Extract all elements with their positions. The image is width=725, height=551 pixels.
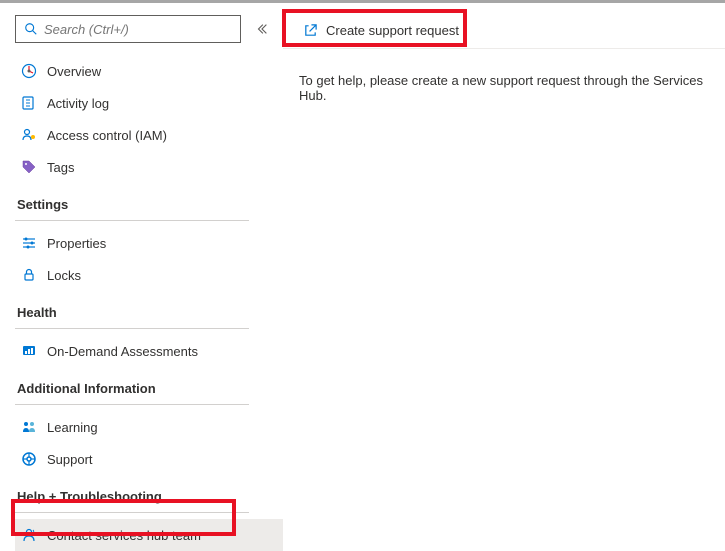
sidebar-item-activity-log[interactable]: Activity log xyxy=(15,87,283,119)
assessments-icon xyxy=(21,343,37,359)
learning-icon xyxy=(21,419,37,435)
main-container: Overview Activity log Access control (IA… xyxy=(0,3,725,541)
search-row xyxy=(15,15,283,43)
lock-icon xyxy=(21,267,37,283)
search-box[interactable] xyxy=(15,15,241,43)
sidebar-item-on-demand-assessments[interactable]: On-Demand Assessments xyxy=(15,335,283,367)
section-divider xyxy=(15,328,249,329)
sidebar-item-access-control[interactable]: Access control (IAM) xyxy=(15,119,283,151)
sidebar-item-label: Overview xyxy=(47,64,101,79)
tags-icon xyxy=(21,159,37,175)
section-header-settings: Settings xyxy=(15,183,283,218)
sidebar-item-label: Learning xyxy=(47,420,98,435)
access-control-icon xyxy=(21,127,37,143)
section-header-additional: Additional Information xyxy=(15,367,283,402)
sidebar-item-tags[interactable]: Tags xyxy=(15,151,283,183)
sidebar-item-label: On-Demand Assessments xyxy=(47,344,198,359)
section-header-help: Help + Troubleshooting xyxy=(15,475,283,510)
sidebar-item-label: Properties xyxy=(47,236,106,251)
sidebar-item-overview[interactable]: Overview xyxy=(15,55,283,87)
sidebar-item-label: Contact services hub team xyxy=(47,528,201,543)
external-link-icon xyxy=(303,23,318,38)
activity-log-icon xyxy=(21,95,37,111)
sidebar-item-label: Tags xyxy=(47,160,74,175)
sidebar-item-contact-services-hub[interactable]: Contact services hub team xyxy=(15,519,283,551)
sidebar-item-locks[interactable]: Locks xyxy=(15,259,283,291)
search-icon xyxy=(24,22,38,36)
section-divider xyxy=(15,404,249,405)
section-divider xyxy=(15,220,249,221)
collapse-sidebar-button[interactable] xyxy=(253,20,271,38)
sidebar-item-learning[interactable]: Learning xyxy=(15,411,283,443)
help-body-text: To get help, please create a new support… xyxy=(283,49,725,127)
properties-icon xyxy=(21,235,37,251)
sidebar-item-label: Locks xyxy=(47,268,81,283)
sidebar: Overview Activity log Access control (IA… xyxy=(0,3,283,541)
sidebar-item-label: Activity log xyxy=(47,96,109,111)
toolbar-button-label: Create support request xyxy=(326,23,459,38)
section-header-health: Health xyxy=(15,291,283,326)
sidebar-item-properties[interactable]: Properties xyxy=(15,227,283,259)
sidebar-item-label: Support xyxy=(47,452,93,467)
sidebar-item-support[interactable]: Support xyxy=(15,443,283,475)
content-pane: Create support request To get help, plea… xyxy=(283,3,725,541)
overview-icon xyxy=(21,63,37,79)
sidebar-item-label: Access control (IAM) xyxy=(47,128,167,143)
create-support-request-button[interactable]: Create support request xyxy=(293,16,469,46)
toolbar: Create support request xyxy=(283,13,725,49)
search-input[interactable] xyxy=(44,22,232,37)
section-divider xyxy=(15,512,249,513)
support-icon xyxy=(21,451,37,467)
